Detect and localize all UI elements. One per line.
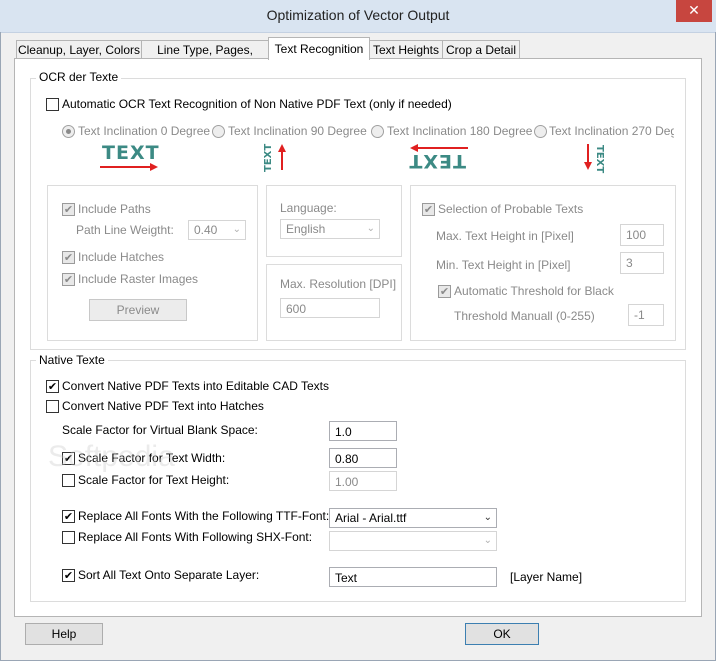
max-height-input[interactable]: 100: [620, 224, 664, 246]
tab-text-heights[interactable]: Text Heights: [369, 40, 443, 59]
scale-blank-input[interactable]: 1.0: [329, 421, 397, 441]
inclination-270-label: Text Inclination 270 Degree: [549, 124, 674, 138]
sample-text-90deg: TEXT: [263, 143, 274, 172]
scale-height-input[interactable]: 1.00: [329, 471, 397, 491]
include-paths-label: Include Paths: [78, 202, 151, 216]
probable-texts-label: Selection of Probable Texts: [438, 202, 584, 216]
threshold-input[interactable]: -1: [628, 304, 664, 326]
min-height-input[interactable]: 3: [620, 252, 664, 274]
scale-blank-label: Scale Factor for Virtual Blank Space:: [62, 423, 258, 437]
path-weight-label: Path Line Weigtht:: [76, 223, 174, 237]
replace-ttf-checkbox[interactable]: ✔: [62, 510, 75, 523]
max-height-label: Max. Text Height in [Pixel]: [436, 229, 574, 243]
chevron-down-icon: ⌄: [366, 223, 375, 234]
ok-button[interactable]: OK: [465, 623, 539, 645]
tab-line-type-pages-scale[interactable]: Line Type, Pages, Scale: [141, 40, 269, 75]
min-height-label: Min. Text Height in [Pixel]: [436, 258, 571, 272]
auto-ocr-label: Automatic OCR Text Recognition of Non Na…: [62, 97, 452, 111]
tab-crop-a-detail[interactable]: Crop a Detail: [442, 40, 520, 59]
auto-ocr-checkbox[interactable]: [46, 98, 59, 111]
include-paths-checkbox[interactable]: ✔: [62, 203, 75, 216]
preview-button[interactable]: Preview: [89, 299, 187, 321]
sample-text-180deg: TEXT: [408, 150, 466, 172]
chevron-down-icon: ⌄: [483, 512, 492, 523]
scale-height-checkbox[interactable]: [62, 474, 75, 487]
threshold-label: Threshold Manuall (0-255): [454, 309, 595, 323]
sort-layer-checkbox[interactable]: ✔: [62, 569, 75, 582]
sample-text-270deg: TEXT: [594, 145, 605, 174]
scale-width-input[interactable]: 0.80: [329, 448, 397, 468]
language-value: English: [286, 222, 326, 236]
layer-name-hint: [Layer Name]: [510, 570, 583, 584]
radio-inclination-0[interactable]: [62, 125, 75, 138]
tab-text-recognition[interactable]: Text Recognition: [268, 37, 370, 60]
sort-layer-label: Sort All Text Onto Separate Layer:: [78, 568, 260, 582]
include-hatches-label: Include Hatches: [78, 250, 165, 264]
convert-editable-checkbox[interactable]: ✔: [46, 380, 59, 393]
include-raster-label: Include Raster Images: [78, 272, 199, 286]
radio-inclination-180[interactable]: [371, 125, 384, 138]
arrow-down-icon: [584, 144, 592, 170]
ocr-group-title: OCR der Texte: [36, 70, 122, 84]
replace-shx-label: Replace All Fonts With Following SHX-Fon…: [78, 530, 313, 544]
shx-font-select[interactable]: ⌄: [329, 531, 497, 551]
radio-inclination-90[interactable]: [212, 125, 225, 138]
convert-hatches-checkbox[interactable]: [46, 400, 59, 413]
language-label: Language:: [280, 201, 337, 215]
resolution-input[interactable]: 600: [280, 298, 380, 318]
tab-cleanup-layer-colors[interactable]: Cleanup, Layer, Colors: [16, 40, 142, 59]
auto-threshold-label: Automatic Threshold for Black: [454, 284, 614, 298]
inclination-0-label: Text Inclination 0 Degree: [78, 124, 211, 138]
convert-editable-label: Convert Native PDF Texts into Editable C…: [62, 379, 329, 393]
watermark: Softpedia: [48, 440, 175, 473]
arrow-right-icon: [100, 163, 158, 171]
replace-ttf-label: Replace All Fonts With the Following TTF…: [78, 509, 330, 523]
layer-name-input[interactable]: Text: [329, 567, 497, 587]
close-icon: ✕: [688, 3, 700, 19]
resolution-label: Max. Resolution [DPI]: [280, 277, 397, 291]
help-button[interactable]: Help: [25, 623, 103, 645]
convert-hatches-label: Convert Native PDF Text into Hatches: [62, 399, 264, 413]
radio-inclination-270[interactable]: [534, 125, 547, 138]
scale-height-label: Scale Factor for Text Height:: [78, 473, 230, 487]
auto-threshold-checkbox[interactable]: ✔: [438, 285, 451, 298]
chevron-down-icon: ⌄: [232, 224, 241, 235]
inclination-180-label: Text Inclination 180 Degree: [387, 124, 533, 138]
sample-text-0deg: TEXT: [102, 142, 160, 164]
path-weight-value: 0.40: [194, 223, 218, 237]
include-hatches-checkbox[interactable]: ✔: [62, 251, 75, 264]
window-title: Optimization of Vector Output: [266, 7, 450, 23]
chevron-down-icon: ⌄: [483, 535, 492, 546]
probable-texts-checkbox[interactable]: ✔: [422, 203, 435, 216]
ttf-font-select[interactable]: Arial - Arial.ttf ⌄: [329, 508, 497, 528]
replace-shx-checkbox[interactable]: [62, 531, 75, 544]
include-raster-checkbox[interactable]: ✔: [62, 273, 75, 286]
close-button[interactable]: ✕: [676, 0, 712, 22]
native-group-title: Native Texte: [36, 353, 108, 367]
path-weight-select[interactable]: 0.40 ⌄: [188, 220, 246, 240]
inclination-90-label: Text Inclination 90 Degree: [228, 124, 367, 138]
ttf-font-value: Arial - Arial.ttf: [335, 511, 407, 525]
language-select[interactable]: English ⌄: [280, 219, 380, 239]
arrow-up-icon: [278, 144, 286, 170]
